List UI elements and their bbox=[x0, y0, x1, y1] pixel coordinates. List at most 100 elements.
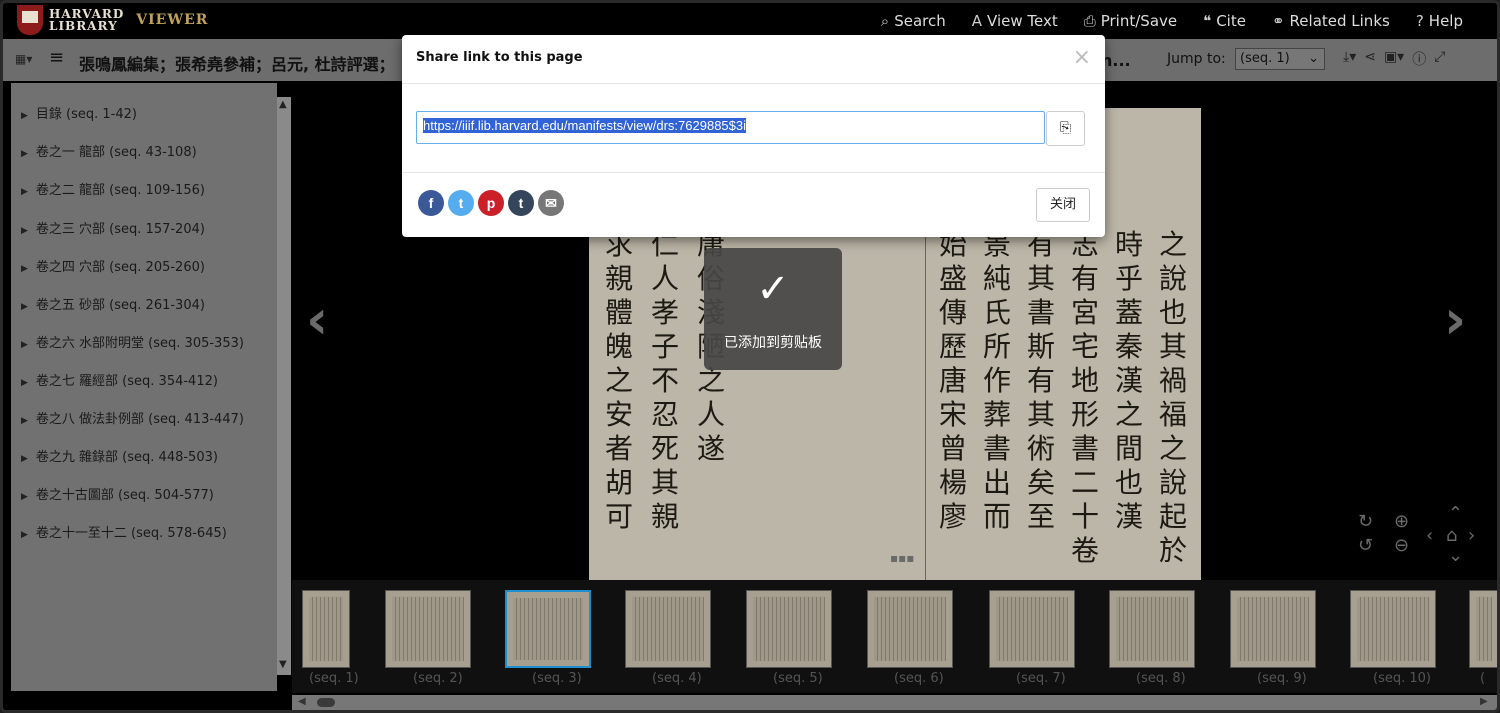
nav-print-save[interactable]: ⎙ Print/Save bbox=[1084, 12, 1177, 30]
download-icon[interactable]: ⤓▾ bbox=[1343, 49, 1356, 69]
toc-item-label: 卷之十一至十二 (seq. 578-645) bbox=[35, 526, 227, 541]
scrollbar-thumb[interactable] bbox=[317, 698, 335, 707]
toc-item[interactable]: ▶ 卷之六 水部附明堂 (seq. 305-353) bbox=[21, 332, 244, 351]
nav-search-label: Search bbox=[894, 12, 946, 30]
thumbnail[interactable] bbox=[867, 590, 953, 668]
harvard-shield-icon bbox=[17, 5, 43, 35]
copy-button[interactable]: ⎘ bbox=[1046, 111, 1085, 146]
share-icons: f t p t ✉ bbox=[418, 190, 564, 216]
chevron-down-icon: ⌄ bbox=[1308, 51, 1319, 66]
page-text-column: 之說也其禍福之說起於 bbox=[1159, 228, 1188, 567]
toc-item[interactable]: ▶ 卷之十一至十二 (seq. 578-645) bbox=[21, 522, 227, 541]
thumbnail[interactable] bbox=[1109, 590, 1195, 668]
top-nav: ⌕ Search A View Text ⎙ Print/Save ❝ Cite ⚭ Re… bbox=[881, 3, 1463, 39]
document-title-tail: n... bbox=[1101, 51, 1131, 70]
link-icon: ⚭ bbox=[1271, 12, 1285, 30]
thumbnail-label: (seq. 4) bbox=[652, 671, 702, 686]
nav-related-links[interactable]: ⚭ Related Links bbox=[1272, 12, 1390, 30]
toc-item[interactable]: ▶ 卷之十古圖部 (seq. 504-577) bbox=[21, 484, 214, 503]
jump-label: Jump to: bbox=[1167, 51, 1226, 67]
thumbnail[interactable] bbox=[1469, 590, 1497, 668]
nav-cite[interactable]: ❝ Cite bbox=[1203, 12, 1246, 30]
share-url-field[interactable]: https://iiif.lib.harvard.edu/manifests/v… bbox=[416, 111, 1045, 144]
next-page-icon[interactable]: › bbox=[1444, 288, 1466, 351]
page-text-column: 求親體魄之安者胡可 bbox=[605, 228, 634, 533]
viewer-tools: ⤓▾ ⋖ ▣▾ ⓘ ⤢ bbox=[1343, 49, 1445, 69]
horizontal-scrollbar[interactable]: ◀ ▶ bbox=[292, 695, 1497, 710]
zoom-in-icon[interactable]: ⊕ bbox=[1394, 511, 1409, 532]
expand-triangle-icon: ▶ bbox=[21, 149, 28, 159]
nav-view-text[interactable]: A View Text bbox=[972, 12, 1058, 30]
facebook-icon[interactable]: f bbox=[418, 190, 444, 216]
toc-item-label: 卷之九 雜錄部 (seq. 448-503) bbox=[35, 450, 218, 465]
nav-search[interactable]: ⌕ Search bbox=[881, 12, 946, 30]
previous-page-icon[interactable]: ‹ bbox=[306, 288, 328, 351]
close-icon[interactable]: × bbox=[1073, 45, 1091, 70]
toc-item[interactable]: ▶ 卷之四 穴部 (seq. 205-260) bbox=[21, 256, 205, 275]
home-icon[interactable]: ⌂ bbox=[1446, 525, 1457, 546]
scroll-left-icon[interactable]: ◀ bbox=[298, 696, 306, 707]
nav-help[interactable]: ? Help bbox=[1416, 12, 1463, 30]
pan-down-icon[interactable]: ⌄ bbox=[1448, 545, 1463, 566]
hamburger-menu-icon[interactable]: ≡ bbox=[49, 47, 64, 68]
info-icon[interactable]: ⓘ bbox=[1412, 49, 1426, 69]
thumbnail[interactable] bbox=[746, 590, 832, 668]
jump-select[interactable]: (seq. 1) ⌄ bbox=[1235, 48, 1325, 70]
toc-item-label: 卷之四 穴部 (seq. 205-260) bbox=[35, 260, 205, 275]
toc-item[interactable]: ▶ 卷之九 雜錄部 (seq. 448-503) bbox=[21, 446, 218, 465]
email-icon[interactable]: ✉ bbox=[538, 190, 564, 216]
pan-up-icon[interactable]: ⌃ bbox=[1448, 503, 1463, 524]
nav-help-label: Help bbox=[1428, 12, 1463, 30]
page-text-column: 志有宮宅地形書二十卷 bbox=[1071, 228, 1100, 567]
scroll-right-icon[interactable]: ▶ bbox=[1480, 696, 1488, 707]
more-dots-icon[interactable]: ▪▪▪ bbox=[890, 551, 914, 565]
thumbnail-label: (seq. 9) bbox=[1257, 671, 1307, 686]
grid-view-icon[interactable]: ▦▾ bbox=[15, 52, 32, 66]
top-header: HARVARD LIBRARY VIEWER ⌕ Search A View Tex… bbox=[3, 3, 1497, 39]
logo-line2: LIBRARY bbox=[49, 19, 118, 33]
toc-item[interactable]: ▶ 卷之二 龍部 (seq. 109-156) bbox=[21, 179, 205, 198]
share-url-text: https://iiif.lib.harvard.edu/manifests/v… bbox=[423, 118, 747, 133]
rotate-right-icon[interactable]: ↻ bbox=[1358, 511, 1373, 532]
tumblr-icon[interactable]: t bbox=[508, 190, 534, 216]
thumbnail-label: (seq. 7) bbox=[1016, 671, 1066, 686]
zoom-out-icon[interactable]: ⊖ bbox=[1394, 535, 1409, 556]
twitter-icon[interactable]: t bbox=[448, 190, 474, 216]
pan-right-icon[interactable]: › bbox=[1468, 525, 1475, 546]
thumbnail-selected[interactable] bbox=[505, 590, 591, 668]
scroll-up-icon[interactable]: ▲ bbox=[279, 99, 287, 110]
expand-triangle-icon: ▶ bbox=[21, 226, 28, 236]
thumbnail-label: (seq. 2) bbox=[413, 671, 463, 686]
toc-item[interactable]: ▶ 卷之三 穴部 (seq. 157-204) bbox=[21, 218, 205, 237]
toc-item-label: 卷之七 羅經部 (seq. 354-412) bbox=[35, 374, 218, 389]
thumbnail[interactable] bbox=[1230, 590, 1316, 668]
scroll-down-icon[interactable]: ▼ bbox=[279, 659, 287, 670]
image-icon[interactable]: ▣▾ bbox=[1384, 49, 1404, 69]
toc-item[interactable]: ▶ 卷之一 龍部 (seq. 43-108) bbox=[21, 141, 197, 160]
expand-triangle-icon: ▶ bbox=[21, 416, 28, 426]
thumbnail[interactable] bbox=[1350, 590, 1436, 668]
thumbnail[interactable] bbox=[989, 590, 1075, 668]
nav-cite-label: Cite bbox=[1216, 12, 1246, 30]
pinterest-icon[interactable]: p bbox=[478, 190, 504, 216]
thumbnail-label: (seq. 10) bbox=[1373, 671, 1431, 686]
close-button[interactable]: 关闭 bbox=[1036, 188, 1090, 222]
fullscreen-icon[interactable]: ⤢ bbox=[1434, 49, 1445, 69]
toc-item[interactable]: ▶ 卷之八 做法卦例部 (seq. 413-447) bbox=[21, 408, 244, 427]
page-text-column: 始盛傳歷唐宋曾楊廖 bbox=[939, 228, 968, 533]
pan-left-icon[interactable]: ‹ bbox=[1426, 525, 1433, 546]
toc-item-label: 目錄 (seq. 1-42) bbox=[35, 107, 137, 122]
sidebar-scrollbar[interactable] bbox=[277, 97, 291, 675]
toc-item[interactable]: ▶ 目錄 (seq. 1-42) bbox=[21, 103, 137, 122]
jump-select-value: (seq. 1) bbox=[1240, 51, 1290, 66]
thumbnail-label: ( bbox=[1480, 671, 1486, 686]
thumbnail[interactable] bbox=[385, 590, 471, 668]
toc-item[interactable]: ▶ 卷之五 砂部 (seq. 261-304) bbox=[21, 294, 205, 313]
thumbnail[interactable] bbox=[625, 590, 711, 668]
thumbnail[interactable] bbox=[302, 590, 350, 668]
toc-item[interactable]: ▶ 卷之七 羅經部 (seq. 354-412) bbox=[21, 370, 218, 389]
toc-item-label: 卷之六 水部附明堂 (seq. 305-353) bbox=[35, 336, 244, 351]
harvard-library-logo[interactable]: HARVARD LIBRARY VIEWER bbox=[17, 5, 208, 35]
share-icon[interactable]: ⋖ bbox=[1364, 49, 1376, 69]
rotate-left-icon[interactable]: ↺ bbox=[1358, 535, 1373, 556]
